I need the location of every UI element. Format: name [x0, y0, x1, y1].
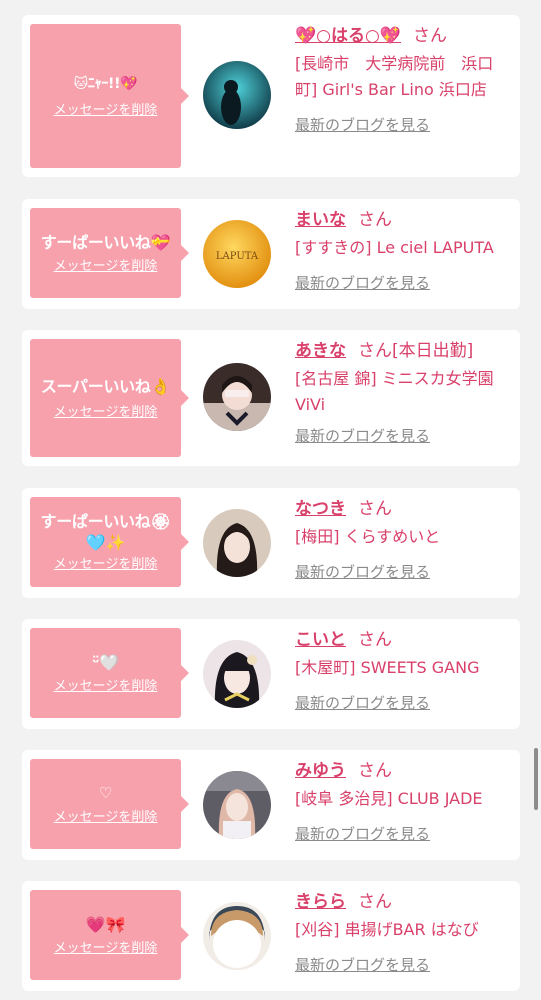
list-item: すーぱーいいね💝 メッセージを削除 LAPUTA まいな さん [すすきの] Le…: [22, 199, 520, 309]
list-item: 💗🎀 メッセージを削除 きらら さん [刈谷] 串揚げBAR はなび 最新のブログ…: [22, 881, 520, 991]
name-line: きらら さん: [295, 890, 513, 914]
shop-name: [名古屋 錦] ミニスカ女学園ViVi: [295, 369, 494, 414]
name-line: あきな さん[本日出勤]: [295, 339, 513, 363]
message-bubble: ᵕ̈🤍 メッセージを削除: [30, 628, 189, 718]
shop-name: [岐阜 多治見] CLUB JADE: [295, 789, 483, 808]
status-tag: [本日出勤]: [392, 341, 474, 361]
message-text: 💗🎀: [85, 914, 126, 934]
message-text: ᵕ̈🤍: [91, 652, 120, 672]
avatar[interactable]: [203, 363, 271, 431]
shop-name: [梅田] くらすめいと: [295, 527, 441, 546]
avatar-logo-text: LAPUTA: [216, 251, 259, 262]
list-item: ♡ メッセージを削除 みゆう さん [岐阜 多治見] CLUB JADE 最新のブ…: [22, 750, 520, 860]
delete-message-link[interactable]: メッセージを削除: [54, 810, 158, 826]
name-line: なつき さん: [295, 497, 513, 521]
item-info: こいと さん [木屋町] SWEETS GANG 最新のブログを見る: [295, 628, 513, 713]
avatar[interactable]: [203, 640, 271, 708]
message-text: スーパーいいね👌: [40, 376, 171, 396]
message-bubble: すーぱーいいね💝 メッセージを削除: [30, 208, 189, 298]
blog-link[interactable]: 最新のブログを見る: [295, 824, 513, 844]
item-info: あきな さん[本日出勤] [名古屋 錦] ミニスカ女学園ViVi 最新のブログを見…: [295, 339, 513, 446]
message-bubble: スーパーいいね👌 メッセージを削除: [30, 339, 189, 457]
honorific: さん: [358, 499, 392, 519]
delete-message-link[interactable]: メッセージを削除: [54, 679, 158, 695]
list-item: ᵕ̈🤍 メッセージを削除 こいと さん [木屋町] SWEETS GANG 最新の…: [22, 619, 520, 729]
name-line: まいな さん: [295, 208, 513, 232]
shop-name: [長崎市 大学病院前 浜口町] Girl's Bar Lino 浜口店: [295, 54, 494, 99]
honorific: さん: [358, 761, 392, 781]
blog-link[interactable]: 最新のブログを見る: [295, 562, 513, 582]
honorific: さん: [358, 210, 392, 230]
scrollbar[interactable]: [534, 748, 538, 810]
name-link[interactable]: まいな: [295, 210, 346, 230]
avatar[interactable]: [203, 771, 271, 839]
message-text: すーぱーいいね💝: [40, 232, 171, 252]
item-info: なつき さん [梅田] くらすめいと 最新のブログを見る: [295, 497, 513, 582]
honorific: さん: [358, 341, 392, 361]
avatar[interactable]: [203, 902, 271, 970]
message-text: ♡: [98, 783, 113, 802]
blog-link[interactable]: 最新のブログを見る: [295, 426, 513, 446]
avatar[interactable]: LAPUTA: [203, 220, 271, 288]
item-info: みゆう さん [岐阜 多治見] CLUB JADE 最新のブログを見る: [295, 759, 513, 844]
blog-link[interactable]: 最新のブログを見る: [295, 115, 513, 135]
shop-name: [木屋町] SWEETS GANG: [295, 658, 480, 677]
blog-link[interactable]: 最新のブログを見る: [295, 693, 513, 713]
item-info: まいな さん [すすきの] Le ciel LAPUTA 最新のブログを見る: [295, 208, 513, 293]
delete-message-link[interactable]: メッセージを削除: [54, 941, 158, 957]
honorific: さん: [413, 26, 448, 46]
delete-message-link[interactable]: メッセージを削除: [54, 405, 158, 421]
list-item: 🐱ﾆｬｰ!!💖 メッセージを削除 💖○はる○💖 さん [長崎市 大学病院前 浜口…: [22, 15, 520, 177]
name-line: 💖○はる○💖 さん: [295, 24, 513, 48]
honorific: さん: [358, 630, 392, 650]
name-link[interactable]: なつき: [295, 499, 346, 519]
delete-message-link[interactable]: メッセージを削除: [54, 103, 158, 119]
message-bubble: 🐱ﾆｬｰ!!💖 メッセージを削除: [30, 24, 189, 168]
avatar[interactable]: [203, 509, 271, 577]
name-line: みゆう さん: [295, 759, 513, 783]
shop-name: [刈谷] 串揚げBAR はなび: [295, 920, 479, 939]
delete-message-link[interactable]: メッセージを削除: [54, 557, 158, 573]
message-bubble: すーぱーいいね🏵🩵✨ メッセージを削除: [30, 497, 189, 587]
honorific: さん: [358, 892, 392, 912]
avatar[interactable]: [203, 61, 271, 129]
blog-link[interactable]: 最新のブログを見る: [295, 273, 513, 293]
message-text: すーぱーいいね🏵🩵✨: [40, 512, 171, 552]
name-line: こいと さん: [295, 628, 513, 652]
item-info: 💖○はる○💖 さん [長崎市 大学病院前 浜口町] Girl's Bar Lino…: [295, 24, 513, 135]
shop-name: [すすきの] Le ciel LAPUTA: [295, 238, 494, 257]
message-text: 🐱ﾆｬｰ!!💖: [73, 75, 138, 92]
list-item: スーパーいいね👌 メッセージを削除 あきな さん[本日出勤] [名古屋 錦] ミニ…: [22, 330, 520, 466]
blog-link[interactable]: 最新のブログを見る: [295, 955, 513, 975]
name-link[interactable]: あきな: [295, 341, 346, 361]
name-link[interactable]: みゆう: [295, 761, 346, 781]
name-link[interactable]: 💖○はる○💖: [295, 26, 401, 46]
delete-message-link[interactable]: メッセージを削除: [54, 259, 158, 275]
name-link[interactable]: きらら: [295, 892, 346, 912]
list-item: すーぱーいいね🏵🩵✨ メッセージを削除 なつき さん [梅田] くらすめいと 最新…: [22, 488, 520, 598]
name-link[interactable]: こいと: [295, 630, 346, 650]
message-bubble: 💗🎀 メッセージを削除: [30, 890, 189, 980]
item-info: きらら さん [刈谷] 串揚げBAR はなび 最新のブログを見る: [295, 890, 513, 975]
message-bubble: ♡ メッセージを削除: [30, 759, 189, 849]
